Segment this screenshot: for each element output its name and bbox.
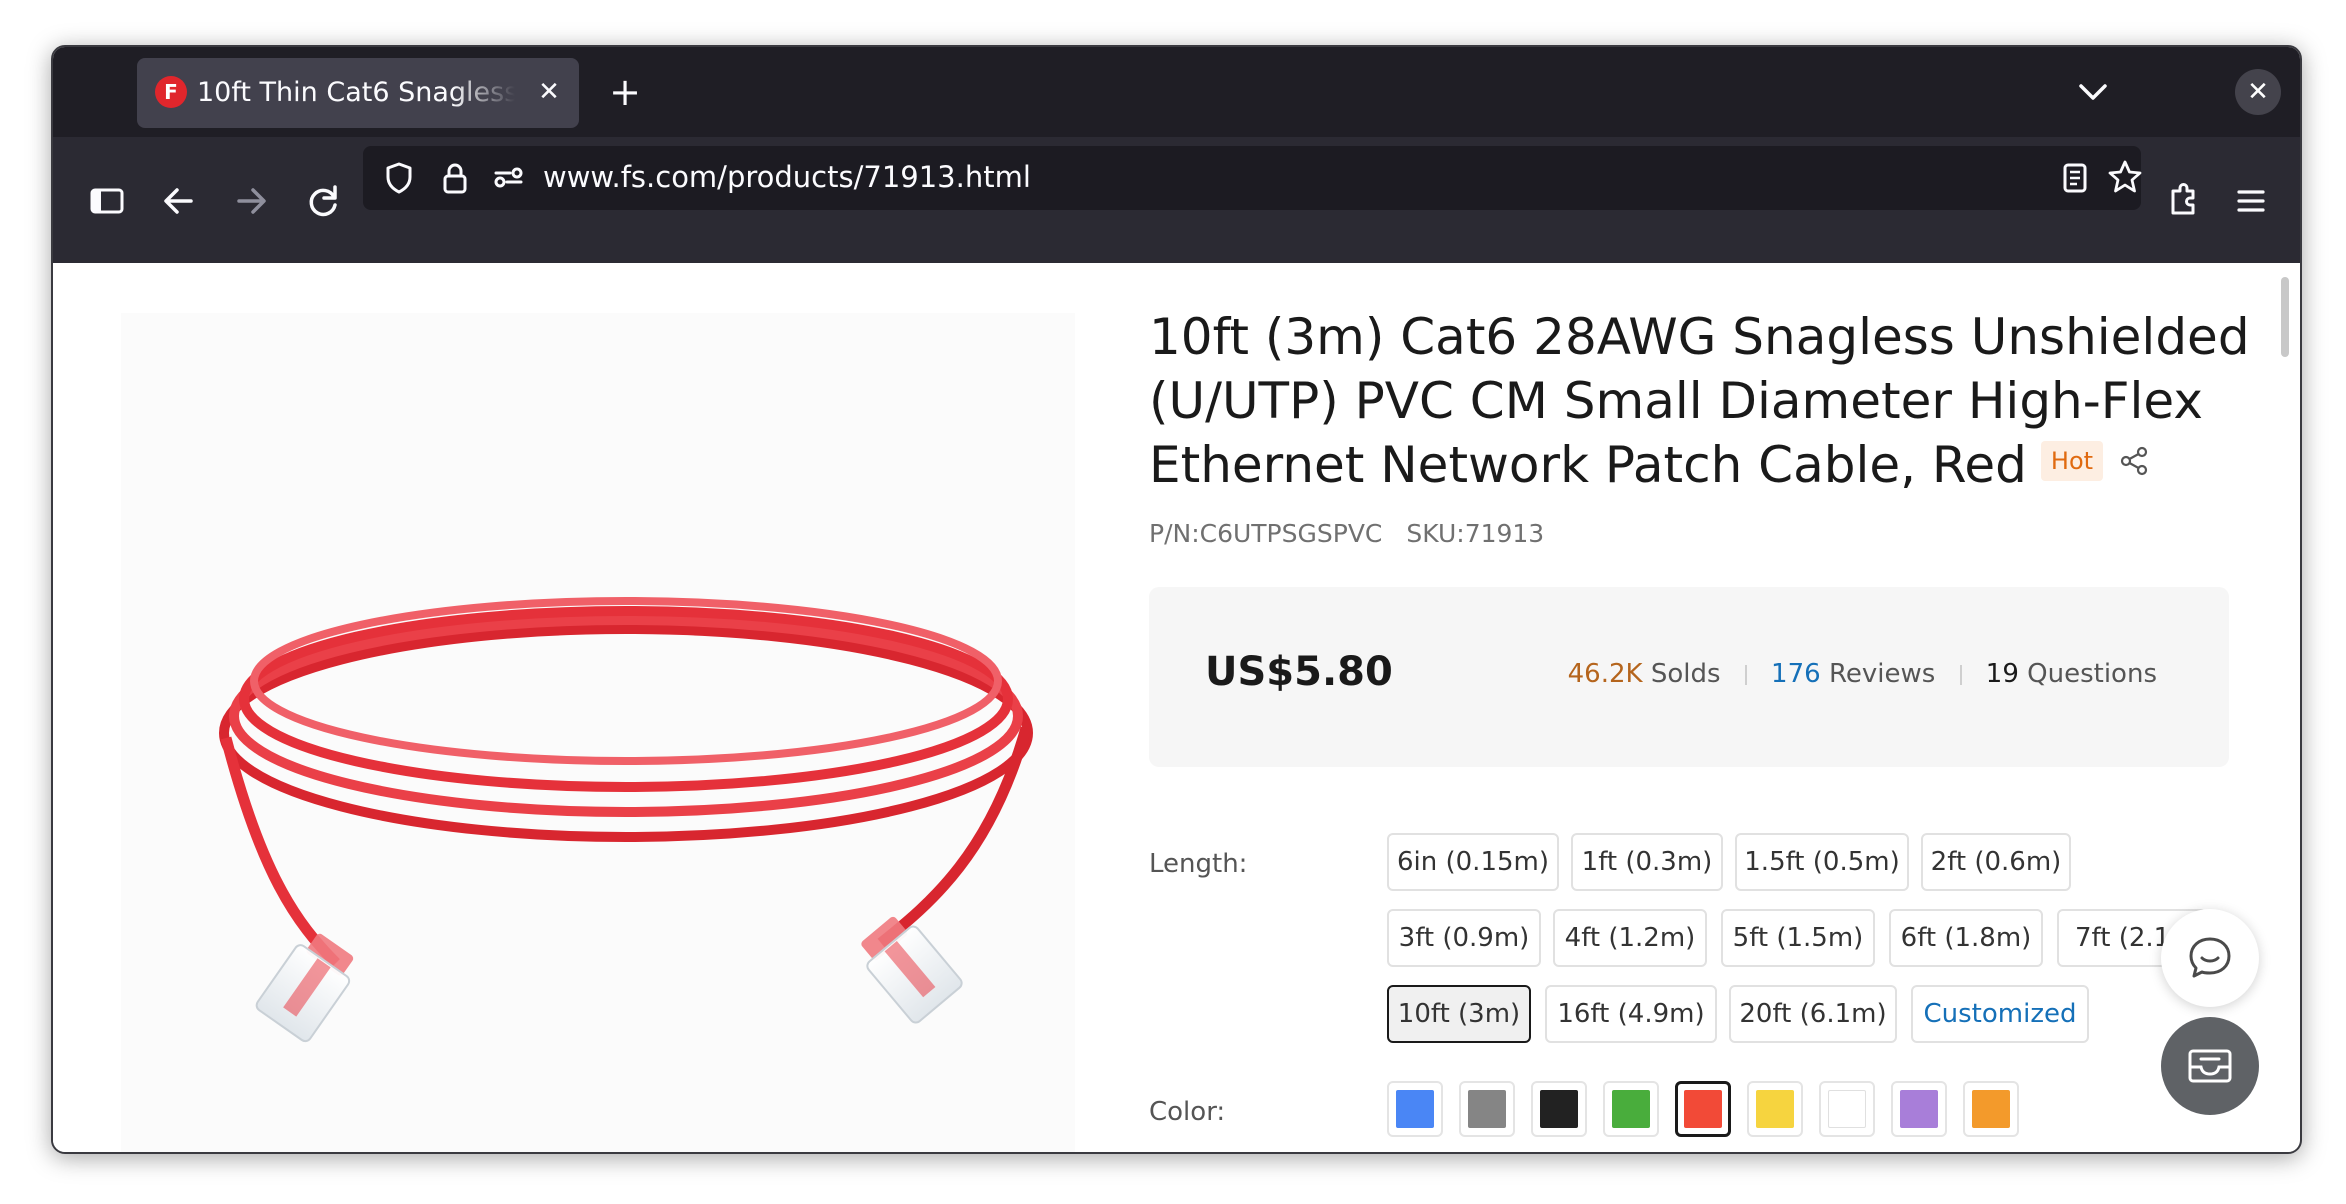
length-option[interactable]: 1ft (0.3m): [1571, 833, 1723, 891]
swatch-fill: [1540, 1090, 1578, 1128]
page-scrollbar[interactable]: [2281, 277, 2289, 357]
color-label: Color:: [1149, 1097, 1226, 1127]
permissions-icon[interactable]: [487, 156, 531, 200]
length-option[interactable]: 6ft (1.8m): [1889, 909, 2043, 967]
hot-badge: Hot: [2040, 440, 2104, 481]
back-arrow-icon[interactable]: [155, 177, 203, 225]
questions-count[interactable]: 19: [1986, 659, 2019, 689]
chat-bubble-icon: [2189, 937, 2231, 978]
color-swatch-green[interactable]: [1603, 1081, 1659, 1137]
fs-favicon-icon: F: [155, 76, 187, 108]
length-option[interactable]: 1.5ft (0.5m): [1735, 833, 1909, 891]
patch-cable-image: [219, 597, 1033, 1043]
share-icon[interactable]: [2117, 444, 2151, 478]
color-swatch-black[interactable]: [1531, 1081, 1587, 1137]
color-swatch-purple[interactable]: [1891, 1081, 1947, 1137]
color-swatch-white[interactable]: [1819, 1081, 1875, 1137]
address-bar[interactable]: www.fs.com/products/71913.html: [363, 146, 2142, 210]
reviews-label[interactable]: Reviews: [1829, 659, 1935, 689]
customized-length-option[interactable]: Customized: [1911, 985, 2089, 1043]
inbox-icon: [2188, 1049, 2232, 1083]
swatch-fill: [1972, 1090, 2010, 1128]
color-swatch-yellow[interactable]: [1747, 1081, 1803, 1137]
part-number: P/N:C6UTPSGSPVC: [1149, 519, 1383, 548]
shield-icon[interactable]: [377, 156, 421, 200]
solds-label: Solds: [1650, 659, 1721, 689]
length-option[interactable]: 20ft (6.1m): [1729, 985, 1897, 1043]
solds-count: 46.2K: [1567, 659, 1643, 689]
reviews-count[interactable]: 176: [1771, 659, 1821, 689]
length-option[interactable]: 2ft (0.6m): [1921, 833, 2071, 891]
window-close-button[interactable]: ✕: [2235, 69, 2281, 115]
length-option[interactable]: 6in (0.15m): [1387, 833, 1559, 891]
swatch-fill: [1756, 1090, 1794, 1128]
stats-divider: [1744, 664, 1747, 685]
tab-title: 10ft Thin Cat6 Snagless Unshielded: [197, 77, 515, 108]
menu-hamburger-icon[interactable]: [2227, 177, 2275, 225]
tab-product[interactable]: F 10ft Thin Cat6 Snagless Unshielded ✕: [137, 58, 579, 128]
product-title: 10ft (3m) Cat6 28AWG Snagless Unshielded…: [1149, 305, 2289, 497]
new-tab-button[interactable]: +: [601, 69, 649, 117]
bookmark-star-icon[interactable]: [2103, 155, 2147, 199]
swatch-fill: [1396, 1090, 1434, 1128]
questions-label[interactable]: Questions: [2027, 659, 2157, 689]
swatch-fill: [1612, 1090, 1650, 1128]
lock-icon[interactable]: [433, 156, 477, 200]
sidebar-toggle-icon[interactable]: [83, 177, 131, 225]
url-text[interactable]: www.fs.com/products/71913.html: [543, 160, 1031, 194]
forward-arrow-icon[interactable]: [227, 177, 275, 225]
length-option[interactable]: 16ft (4.9m): [1545, 985, 1717, 1043]
price: US$5.80: [1205, 649, 1393, 695]
reader-view-icon[interactable]: [2053, 156, 2097, 200]
length-option-selected[interactable]: 10ft (3m): [1387, 985, 1531, 1043]
swatch-fill: [1684, 1090, 1722, 1128]
stats-divider: [1959, 664, 1962, 685]
tab-strip: F 10ft Thin Cat6 Snagless Unshielded ✕ +…: [53, 47, 2300, 137]
extensions-icon[interactable]: [2159, 177, 2207, 225]
length-option[interactable]: 3ft (0.9m): [1387, 909, 1541, 967]
swatch-fill: [1828, 1090, 1866, 1128]
reload-icon[interactable]: [299, 177, 347, 225]
color-swatch-blue[interactable]: [1387, 1081, 1443, 1137]
browser-window: F 10ft Thin Cat6 Snagless Unshielded ✕ +…: [51, 45, 2302, 1154]
product-ids: P/N:C6UTPSGSPVC SKU:71913: [1149, 519, 1544, 548]
color-swatch-orange[interactable]: [1963, 1081, 2019, 1137]
tab-close-icon[interactable]: ✕: [531, 72, 567, 112]
length-option[interactable]: 5ft (1.5m): [1721, 909, 1875, 967]
length-label: Length:: [1149, 849, 1248, 879]
length-option[interactable]: 4ft (1.2m): [1553, 909, 1707, 967]
color-swatch-grey[interactable]: [1459, 1081, 1515, 1137]
product-page: 10ft (3m) Cat6 28AWG Snagless Unshielded…: [53, 263, 2298, 1152]
color-swatch-red-selected[interactable]: [1675, 1081, 1731, 1137]
list-all-tabs-icon[interactable]: [2069, 72, 2117, 112]
product-stats: 46.2K Solds 176 Reviews 19 Questions: [1568, 659, 2157, 689]
message-button[interactable]: [2161, 1017, 2259, 1115]
sku: SKU:71913: [1406, 519, 1545, 548]
product-image[interactable]: [121, 313, 1075, 1152]
live-chat-button[interactable]: [2161, 909, 2259, 1007]
price-box: US$5.80 46.2K Solds 176 Reviews 19 Quest…: [1149, 587, 2229, 767]
swatch-fill: [1900, 1090, 1938, 1128]
swatch-fill: [1468, 1090, 1506, 1128]
